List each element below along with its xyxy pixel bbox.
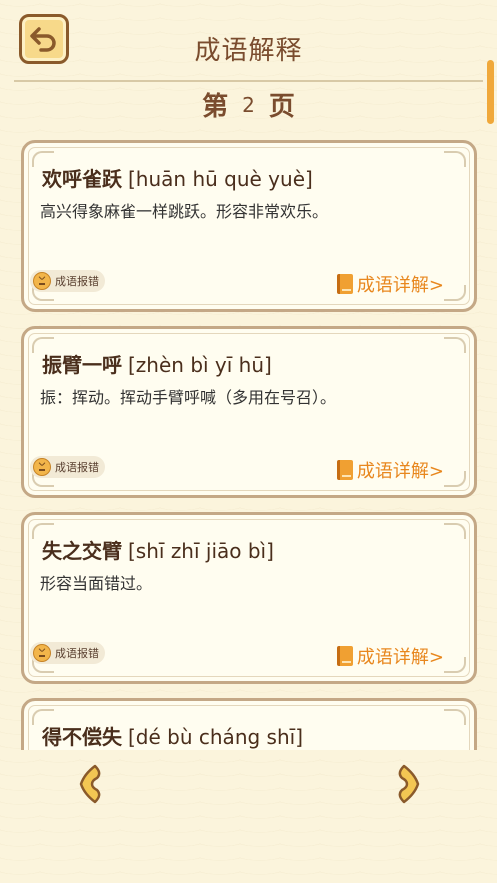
- idiom-card: 失之交臂 [shī zhī jiāo bì] 形容当面错过。 成语报错 成语详解>: [21, 512, 477, 684]
- report-error-label: 成语报错: [55, 461, 99, 474]
- idiom-definition: 形容当面错过。: [40, 574, 153, 593]
- idiom-text: 得不偿失: [42, 725, 122, 749]
- card-corner-ornament: [444, 709, 466, 725]
- idiom-detail-label: 成语详解>: [356, 647, 444, 668]
- page-suffix: 页: [268, 92, 295, 122]
- error-face-icon: [33, 458, 51, 476]
- idiom-detail-label: 成语详解>: [356, 275, 444, 296]
- report-error-button[interactable]: 成语报错: [30, 270, 105, 292]
- book-icon: [336, 460, 353, 480]
- card-corner-ornament: [444, 657, 466, 673]
- idiom-list[interactable]: 欢呼雀跃 [huān hū què yuè] 高兴得象麻雀一样跳跃。形容非常欢乐。…: [0, 138, 497, 750]
- idiom-pinyin: [huān hū què yuè]: [128, 167, 313, 191]
- idiom-heading: 欢呼雀跃 [huān hū què yuè]: [42, 163, 313, 192]
- prev-page-button[interactable]: [73, 762, 109, 806]
- footer-nav: [0, 750, 497, 883]
- report-error-button[interactable]: 成语报错: [30, 642, 105, 664]
- error-face-icon: [33, 272, 51, 290]
- card-corner-ornament: [444, 337, 466, 353]
- header-divider: [14, 80, 483, 82]
- idiom-pinyin: [dé bù cháng shī]: [128, 725, 303, 749]
- idiom-pinyin: [shī zhī jiāo bì]: [128, 539, 274, 563]
- page-title: 成语解释: [194, 36, 303, 66]
- idiom-heading: 振臂一呼 [zhèn bì yī hū]: [42, 349, 272, 378]
- idiom-heading: 失之交臂 [shī zhī jiāo bì]: [42, 535, 274, 564]
- idiom-detail-link[interactable]: 成语详解>: [336, 457, 444, 483]
- next-page-button[interactable]: [390, 762, 426, 806]
- idiom-card: 欢呼雀跃 [huān hū què yuè] 高兴得象麻雀一样跳跃。形容非常欢乐。…: [21, 140, 477, 312]
- idiom-card: 得不偿失 [dé bù cháng shī]: [21, 698, 477, 750]
- idiom-text: 欢呼雀跃: [42, 167, 122, 191]
- page-indicator: 第2页: [0, 86, 497, 124]
- report-error-label: 成语报错: [55, 647, 99, 660]
- idiom-pinyin: [zhèn bì yī hū]: [128, 353, 272, 377]
- page-prefix: 第: [202, 92, 229, 122]
- book-icon: [336, 274, 353, 294]
- card-corner-ornament: [444, 471, 466, 487]
- report-error-label: 成语报错: [55, 275, 99, 288]
- idiom-card: 振臂一呼 [zhèn bì yī hū] 振：挥动。挥动手臂呼喊（多用在号召）。 …: [21, 326, 477, 498]
- idiom-detail-label: 成语详解>: [356, 461, 444, 482]
- idiom-text: 振臂一呼: [42, 353, 122, 377]
- card-corner-ornament: [444, 151, 466, 167]
- idiom-definition: 振：挥动。挥动手臂呼喊（多用在号召）。: [40, 388, 337, 407]
- report-error-button[interactable]: 成语报错: [30, 456, 105, 478]
- card-corner-ornament: [444, 285, 466, 301]
- idiom-detail-link[interactable]: 成语详解>: [336, 271, 444, 297]
- page-number: 2: [242, 93, 255, 117]
- idiom-detail-link[interactable]: 成语详解>: [336, 643, 444, 669]
- idiom-text: 失之交臂: [42, 539, 122, 563]
- idiom-heading: 得不偿失 [dé bù cháng shī]: [42, 721, 303, 750]
- error-face-icon: [33, 644, 51, 662]
- idiom-definition: 高兴得象麻雀一样跳跃。形容非常欢乐。: [40, 202, 329, 221]
- card-corner-ornament: [444, 523, 466, 539]
- header: 成语解释: [0, 0, 497, 85]
- book-icon: [336, 646, 353, 666]
- chevron-right-icon: [398, 764, 420, 804]
- chevron-left-icon: [79, 764, 101, 804]
